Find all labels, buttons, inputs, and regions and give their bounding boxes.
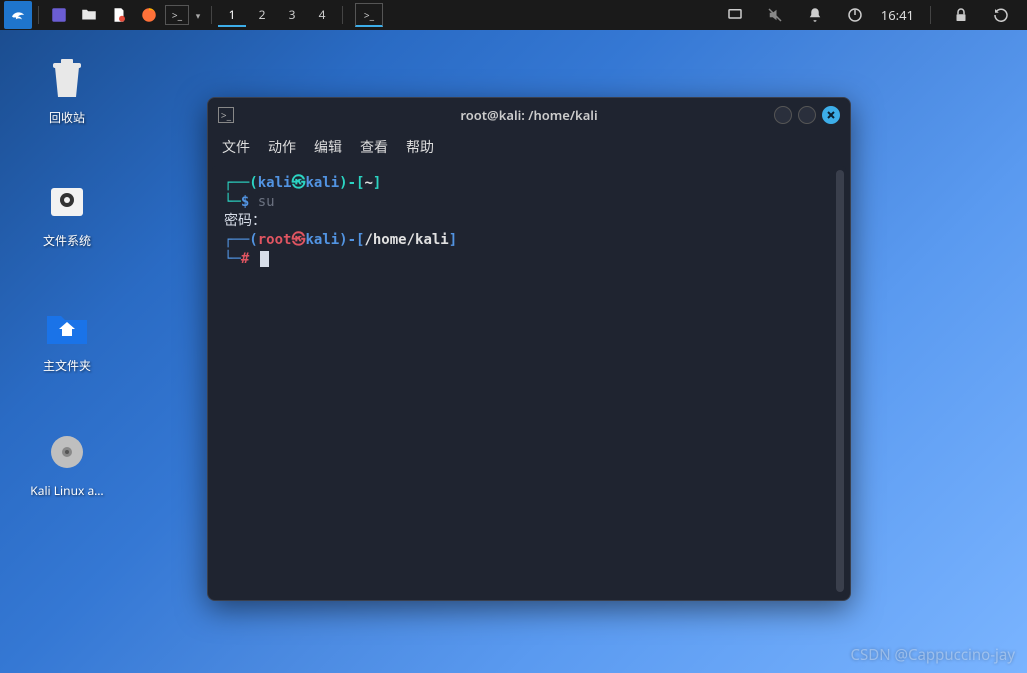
volume-muted-icon xyxy=(766,6,784,24)
terminal-icon: >_ xyxy=(172,8,182,22)
close-icon xyxy=(826,110,836,120)
desktop-filesystem[interactable]: 文件系统 xyxy=(22,178,112,249)
desktop-home-label: 主文件夹 xyxy=(22,357,112,374)
cmd-line-2: └─# xyxy=(224,250,834,269)
workspace-2[interactable]: 2 xyxy=(248,3,276,27)
home-folder-icon xyxy=(45,308,89,346)
drive-icon xyxy=(47,182,87,222)
watermark: CSDN @Cappuccino-jay xyxy=(851,645,1015,665)
top-panel: >_ ▾ 1 2 3 4 >_ 16:41 xyxy=(0,0,1027,30)
terminal-dropdown-button[interactable]: ▾ xyxy=(191,1,205,29)
display-button[interactable] xyxy=(721,1,749,29)
cmd-line-1: └─$ su xyxy=(224,193,834,212)
disc-icon xyxy=(47,432,87,472)
prompt-line-2: ┌──(root㉿kali)-[/home/kali] xyxy=(224,231,834,250)
menu-help[interactable]: 帮助 xyxy=(406,137,434,157)
firefox-icon xyxy=(140,6,158,24)
kali-menu-button[interactable] xyxy=(4,1,32,29)
maximize-button[interactable] xyxy=(798,106,816,124)
bell-icon xyxy=(806,6,824,24)
volume-button[interactable] xyxy=(761,1,789,29)
minimize-button[interactable] xyxy=(774,106,792,124)
power-button[interactable] xyxy=(841,1,869,29)
clock[interactable]: 16:41 xyxy=(881,6,914,24)
menu-view[interactable]: 查看 xyxy=(360,137,388,157)
kali-dragon-icon xyxy=(9,6,27,24)
terminal-launcher-button[interactable]: >_ xyxy=(165,5,189,25)
desktop-kali-app-label: Kali Linux a… xyxy=(22,482,112,499)
workspace-4[interactable]: 4 xyxy=(308,3,336,27)
chevron-down-icon: ▾ xyxy=(196,9,201,22)
terminal-app-icon: >_ xyxy=(218,107,234,123)
prompt-line-1: ┌──(kali㉿kali)-[~] xyxy=(224,174,834,193)
terminal-window[interactable]: >_ root@kali: /home/kali 文件 动作 编辑 查看 帮助 … xyxy=(207,97,851,601)
firefox-button[interactable] xyxy=(135,1,163,29)
terminal-icon: >_ xyxy=(364,8,374,22)
menubar: 文件 动作 编辑 查看 帮助 xyxy=(208,132,850,162)
lock-button[interactable] xyxy=(947,1,975,29)
app-launcher-button[interactable] xyxy=(45,1,73,29)
workspace-1[interactable]: 1 xyxy=(218,3,246,27)
display-icon xyxy=(726,6,744,24)
menu-edit[interactable]: 编辑 xyxy=(314,137,342,157)
titlebar[interactable]: >_ root@kali: /home/kali xyxy=(208,98,850,132)
password-line: 密码： xyxy=(224,212,834,231)
desktop-trash[interactable]: 回收站 xyxy=(22,55,112,126)
menu-file[interactable]: 文件 xyxy=(222,137,250,157)
scrollbar[interactable] xyxy=(836,170,844,592)
session-button[interactable] xyxy=(987,1,1015,29)
terminal-body[interactable]: ┌──(kali㉿kali)-[~] └─$ su 密码： ┌──(root㉿k… xyxy=(212,166,846,596)
menu-actions[interactable]: 动作 xyxy=(268,137,296,157)
trash-icon xyxy=(47,57,87,101)
window-title: root@kali: /home/kali xyxy=(208,106,850,124)
close-button[interactable] xyxy=(822,106,840,124)
desktop-filesystem-label: 文件系统 xyxy=(22,232,112,249)
desktop-trash-label: 回收站 xyxy=(22,109,112,126)
file-manager-button[interactable] xyxy=(75,1,103,29)
desktop-home[interactable]: 主文件夹 xyxy=(22,303,112,374)
refresh-icon xyxy=(992,6,1010,24)
grid-icon xyxy=(50,6,68,24)
desktop-kali-app[interactable]: Kali Linux a… xyxy=(22,428,112,499)
cursor xyxy=(260,251,269,267)
folder-icon xyxy=(80,6,98,24)
power-icon xyxy=(846,6,864,24)
lock-icon xyxy=(952,6,970,24)
notifications-button[interactable] xyxy=(801,1,829,29)
text-editor-button[interactable] xyxy=(105,1,133,29)
document-icon xyxy=(110,6,128,24)
workspace-3[interactable]: 3 xyxy=(278,3,306,27)
taskbar-terminal[interactable]: >_ xyxy=(355,3,383,27)
